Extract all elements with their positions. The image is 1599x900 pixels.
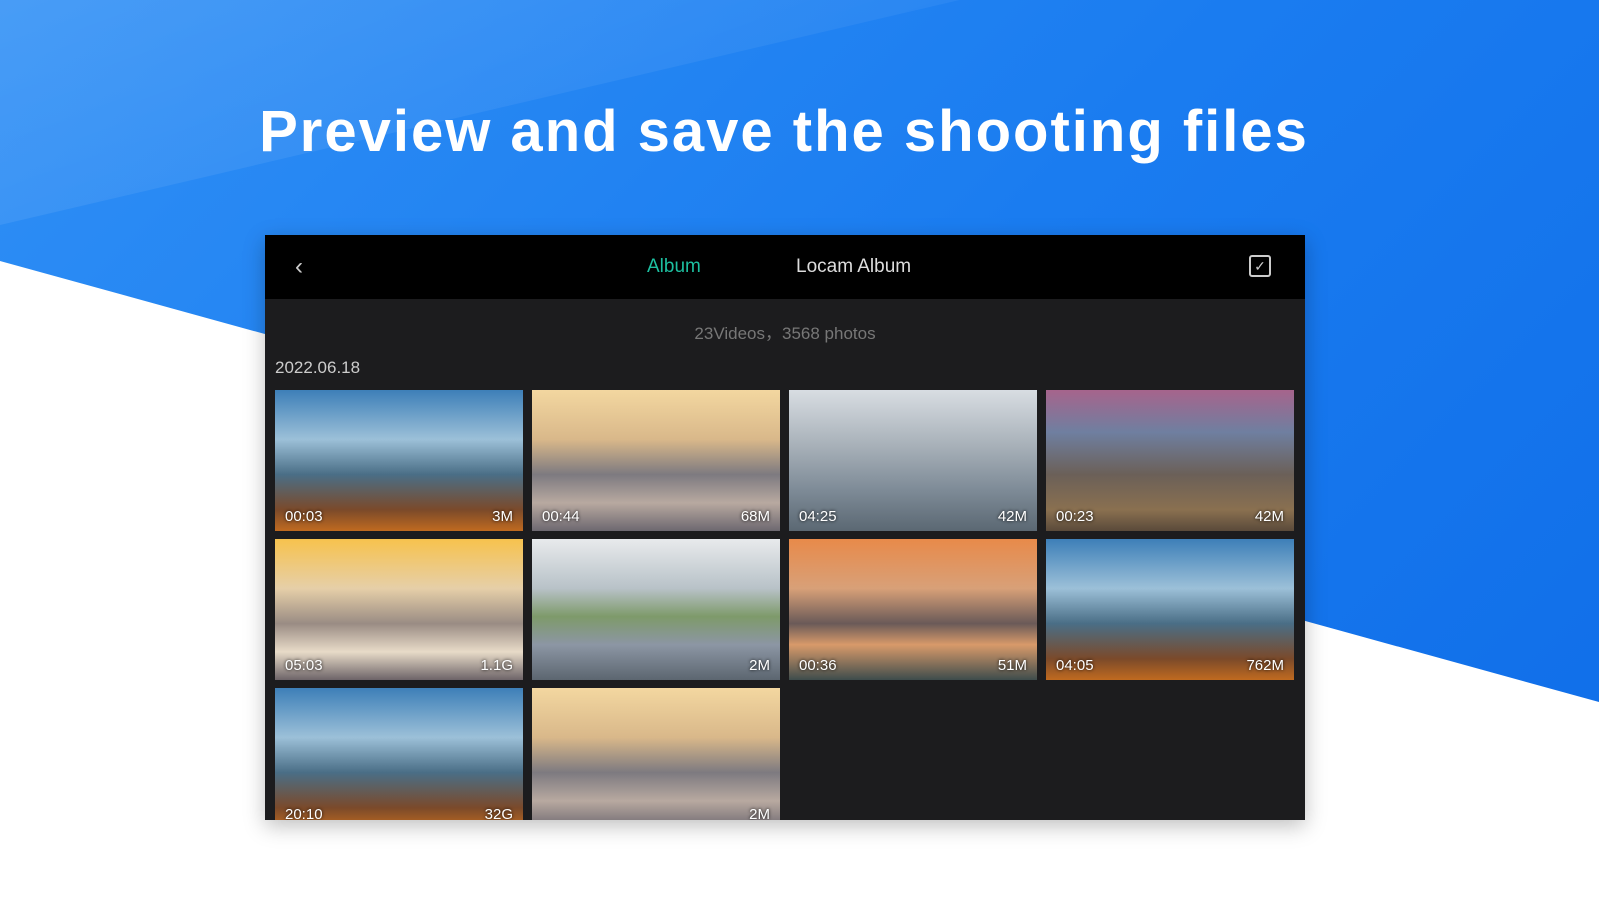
tab-locam-album[interactable]: Locam Album xyxy=(796,256,911,278)
app-window: ‹ Album Locam Album ✓ 23Videos，3568 phot… xyxy=(265,235,1305,820)
video-duration: 04:25 xyxy=(799,508,837,525)
file-size: 42M xyxy=(1254,508,1284,525)
media-thumbnail[interactable]: 20:10 32G xyxy=(275,688,523,820)
top-bar: ‹ Album Locam Album ✓ xyxy=(265,235,1305,299)
file-size: 32G xyxy=(484,806,513,820)
file-size: 2M xyxy=(749,657,770,674)
media-thumbnail[interactable]: 04:05 762M xyxy=(1046,539,1294,680)
video-duration: 04:05 xyxy=(1056,657,1094,674)
media-grid: 00:03 3M 00:44 68M 04:25 42M 00:23 42M 05:03… xyxy=(275,390,1294,820)
video-duration: 20:10 xyxy=(285,806,323,820)
file-size: 68M xyxy=(740,508,770,525)
media-thumbnail[interactable]: 00:03 3M xyxy=(275,390,523,531)
file-size: 1.1G xyxy=(480,657,513,674)
video-duration: 05:03 xyxy=(285,657,323,674)
checkbox-icon[interactable]: ✓ xyxy=(1249,255,1271,277)
chevron-left-icon[interactable]: ‹ xyxy=(295,253,303,281)
file-size: 3M xyxy=(492,508,513,525)
media-thumbnail[interactable]: 04:25 42M xyxy=(789,390,1037,531)
media-thumbnail[interactable]: 00:36 51M xyxy=(789,539,1037,680)
media-thumbnail[interactable]: 05:03 1.1G xyxy=(275,539,523,680)
media-thumbnail[interactable]: 2M xyxy=(532,539,780,680)
media-thumbnail[interactable]: 00:23 42M xyxy=(1046,390,1294,531)
tab-album[interactable]: Album xyxy=(647,256,701,278)
media-thumbnail[interactable]: 2M xyxy=(532,688,780,820)
file-size: 2M xyxy=(749,806,770,820)
media-count: 23Videos，3568 photos xyxy=(694,324,876,343)
video-duration: 00:36 xyxy=(799,657,837,674)
media-thumbnail[interactable]: 00:44 68M xyxy=(532,390,780,531)
file-size: 762M xyxy=(1246,657,1284,674)
date-header: 2022.06.18 xyxy=(275,358,361,377)
headline: Preview and save the shooting files xyxy=(259,99,1309,164)
video-duration: 00:03 xyxy=(285,508,323,525)
file-size: 51M xyxy=(997,657,1027,674)
file-size: 42M xyxy=(997,508,1027,525)
video-duration: 00:23 xyxy=(1056,508,1094,525)
video-duration: 00:44 xyxy=(542,508,580,525)
